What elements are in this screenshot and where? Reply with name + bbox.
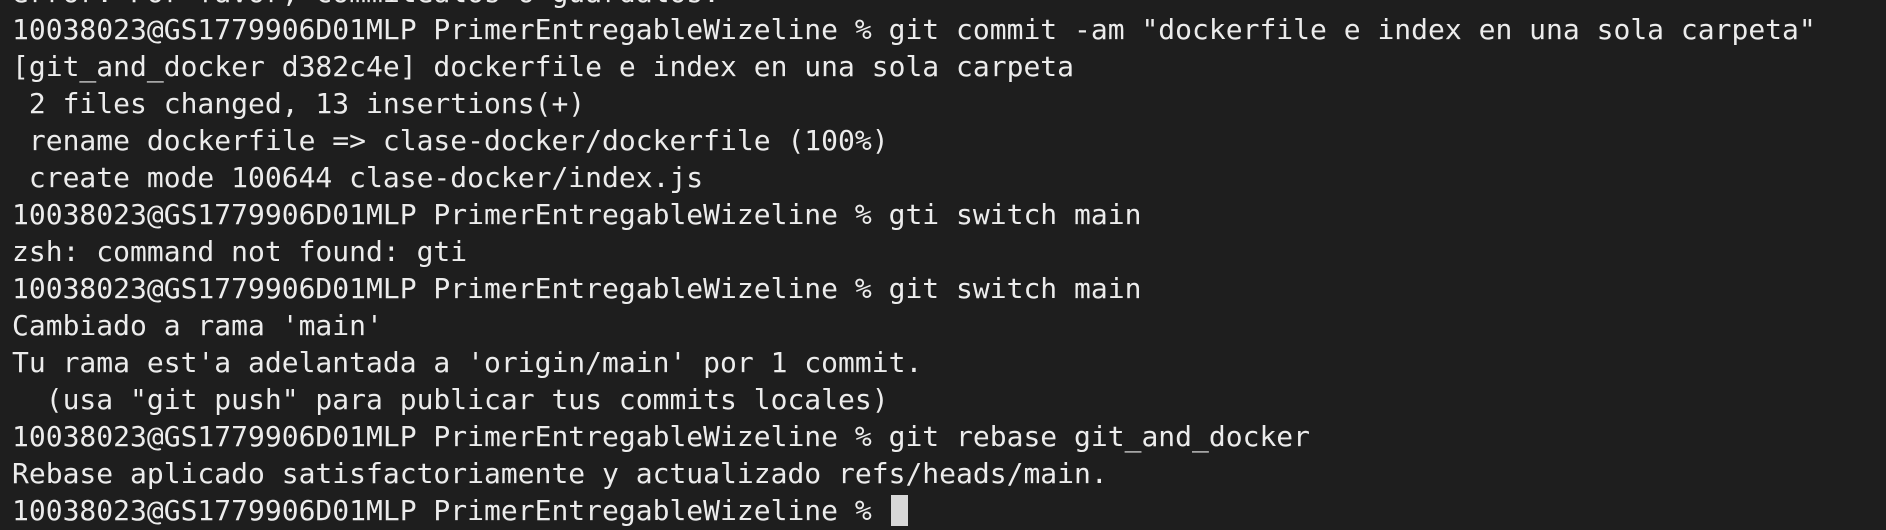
terminal-prompt: 10038023@GS1779906D01MLP PrimerEntregabl… [12, 494, 889, 527]
terminal-line: 10038023@GS1779906D01MLP PrimerEntregabl… [12, 13, 1816, 46]
terminal-line: 10038023@GS1779906D01MLP PrimerEntregabl… [12, 420, 1311, 453]
terminal-output: error: Por favor, commitealos o guardalo… [12, 0, 1874, 529]
terminal-line: zsh: command not found: gti [12, 235, 468, 268]
terminal-line: error: Por favor, commitealos o guardalo… [12, 0, 1874, 11]
terminal-window[interactable]: error: Por favor, commitealos o guardalo… [0, 0, 1886, 530]
terminal-line: [git_and_docker d382c4e] dockerfile e in… [12, 50, 1075, 83]
terminal-line: create mode 100644 clase-docker/index.js [12, 161, 704, 194]
terminal-line: 10038023@GS1779906D01MLP PrimerEntregabl… [12, 272, 1142, 305]
terminal-line: (usa "git push" para publicar tus commit… [12, 383, 889, 416]
terminal-line: rename dockerfile => clase-docker/docker… [12, 124, 889, 157]
terminal-prompt-line[interactable]: 10038023@GS1779906D01MLP PrimerEntregabl… [12, 492, 1874, 529]
terminal-line: Rebase aplicado satisfactoriamente y act… [12, 457, 1108, 490]
terminal-line: 10038023@GS1779906D01MLP PrimerEntregabl… [12, 198, 1142, 231]
terminal-line: 2 files changed, 13 insertions(+) [12, 87, 586, 120]
terminal-line: Tu rama est'a adelantada a 'origin/main'… [12, 346, 923, 379]
terminal-line: Cambiado a rama 'main' [12, 309, 383, 342]
text-cursor [890, 495, 908, 526]
